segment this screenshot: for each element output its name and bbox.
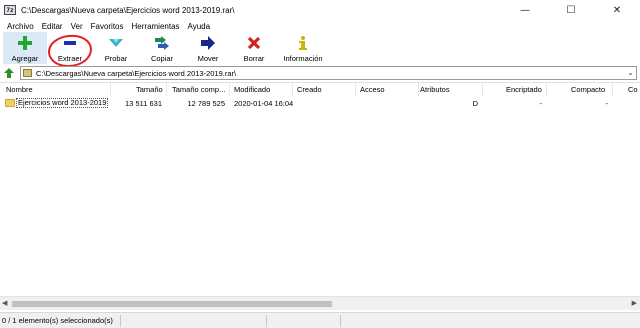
copy-button-label: Copiar bbox=[150, 54, 174, 63]
column-header-created[interactable]: Creado bbox=[297, 85, 322, 94]
minimize-button[interactable]: — bbox=[502, 0, 548, 20]
row-size: 13 511 631 bbox=[125, 99, 162, 108]
column-header-size[interactable]: Tamaño bbox=[136, 85, 163, 94]
delete-x-icon bbox=[247, 36, 261, 50]
toolbar: Agregar Extraer Probar Copiar Mover Borr… bbox=[0, 32, 640, 64]
info-button[interactable]: Información bbox=[277, 32, 329, 64]
scrollbar-thumb[interactable] bbox=[12, 301, 332, 307]
menu-favoritos[interactable]: Favoritos bbox=[87, 22, 128, 31]
address-bar: C:\Descargas\Nueva carpeta\Ejercicios wo… bbox=[0, 66, 640, 80]
address-path: C:\Descargas\Nueva carpeta\Ejercicios wo… bbox=[36, 68, 237, 78]
minus-icon bbox=[64, 41, 76, 45]
column-header-name[interactable]: Nombre bbox=[6, 85, 33, 94]
menu-herramientas[interactable]: Herramientas bbox=[128, 22, 184, 31]
app-icon: 7z bbox=[4, 5, 16, 15]
test-button[interactable]: Probar bbox=[93, 32, 139, 64]
column-header-attributes[interactable]: Atributos bbox=[420, 85, 450, 94]
plus-icon bbox=[18, 36, 32, 50]
row-packed-size: 12 789 525 bbox=[187, 99, 225, 108]
move-button[interactable]: Mover bbox=[185, 32, 231, 64]
folder-icon bbox=[5, 99, 15, 107]
delete-button[interactable]: Borrar bbox=[231, 32, 277, 64]
test-chevron-icon bbox=[109, 39, 123, 47]
menu-editar[interactable]: Editar bbox=[38, 22, 67, 31]
info-icon bbox=[299, 36, 307, 50]
scroll-left-icon[interactable]: ◀ bbox=[2, 299, 7, 307]
chevron-down-icon[interactable]: ⌄ bbox=[627, 68, 634, 77]
column-header-solid[interactable]: Compacto bbox=[571, 85, 605, 94]
column-header-accessed[interactable]: Acceso bbox=[360, 85, 385, 94]
menu-ayuda[interactable]: Ayuda bbox=[184, 22, 215, 31]
copy-button[interactable]: Copiar bbox=[139, 32, 185, 64]
move-button-label: Mover bbox=[197, 54, 219, 63]
up-arrow-icon bbox=[4, 68, 14, 78]
row-solid: - bbox=[605, 99, 609, 108]
horizontal-scrollbar[interactable]: ◀ ▶ bbox=[0, 296, 640, 310]
file-list: Nombre Tamaño Tamaño comp... Modificado … bbox=[0, 82, 640, 310]
menu-archivo[interactable]: Archivo bbox=[3, 22, 38, 31]
column-header-comment[interactable]: Co bbox=[628, 85, 638, 94]
delete-button-label: Borrar bbox=[243, 54, 265, 63]
info-button-label: Información bbox=[283, 54, 323, 63]
column-header-encrypted[interactable]: Encriptado bbox=[506, 85, 542, 94]
row-attributes: D bbox=[472, 99, 478, 108]
table-row[interactable]: Ejercicios word 2013-2019 13 511 631 12 … bbox=[0, 97, 640, 109]
status-bar: 0 / 1 elemento(s) seleccionado(s) bbox=[0, 312, 640, 328]
add-button[interactable]: Agregar bbox=[3, 32, 47, 64]
extract-button[interactable]: Extraer bbox=[47, 32, 93, 64]
test-button-label: Probar bbox=[104, 54, 128, 63]
row-name: Ejercicios word 2013-2019 bbox=[16, 98, 109, 108]
selection-status: 0 / 1 elemento(s) seleccionado(s) bbox=[2, 316, 113, 325]
close-button[interactable]: ✕ bbox=[594, 0, 640, 20]
extract-button-label: Extraer bbox=[57, 54, 83, 63]
maximize-button[interactable]: ☐ bbox=[548, 0, 594, 20]
copy-arrows-icon bbox=[155, 36, 169, 50]
move-arrow-icon bbox=[201, 36, 215, 50]
address-field[interactable]: C:\Descargas\Nueva carpeta\Ejercicios wo… bbox=[20, 66, 637, 80]
add-button-label: Agregar bbox=[11, 54, 39, 63]
up-folder-button[interactable] bbox=[2, 66, 16, 80]
table-header: Nombre Tamaño Tamaño comp... Modificado … bbox=[0, 83, 640, 96]
scroll-right-icon[interactable]: ▶ bbox=[632, 299, 637, 307]
menu-bar: Archivo Editar Ver Favoritos Herramienta… bbox=[0, 20, 640, 32]
title-bar: 7z C:\Descargas\Nueva carpeta\Ejercicios… bbox=[0, 0, 640, 20]
row-encrypted: - bbox=[539, 99, 543, 108]
column-header-packed-size[interactable]: Tamaño comp... bbox=[172, 85, 225, 94]
menu-ver[interactable]: Ver bbox=[67, 22, 87, 31]
row-modified: 2020-01-04 16:04 bbox=[234, 99, 294, 108]
column-header-modified[interactable]: Modificado bbox=[234, 85, 270, 94]
window-title: C:\Descargas\Nueva carpeta\Ejercicios wo… bbox=[21, 5, 235, 15]
window-controls: — ☐ ✕ bbox=[502, 0, 640, 20]
archive-folder-icon bbox=[23, 69, 32, 77]
